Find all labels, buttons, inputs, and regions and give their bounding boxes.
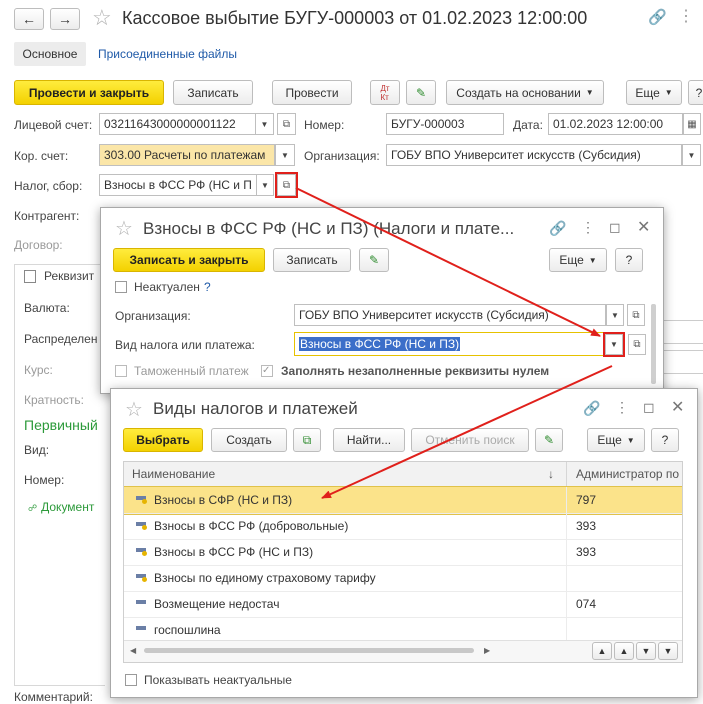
annotation-arrows xyxy=(295,187,613,499)
arrow-to-dropdown xyxy=(295,187,601,337)
arrow-to-selected-row xyxy=(321,365,613,499)
